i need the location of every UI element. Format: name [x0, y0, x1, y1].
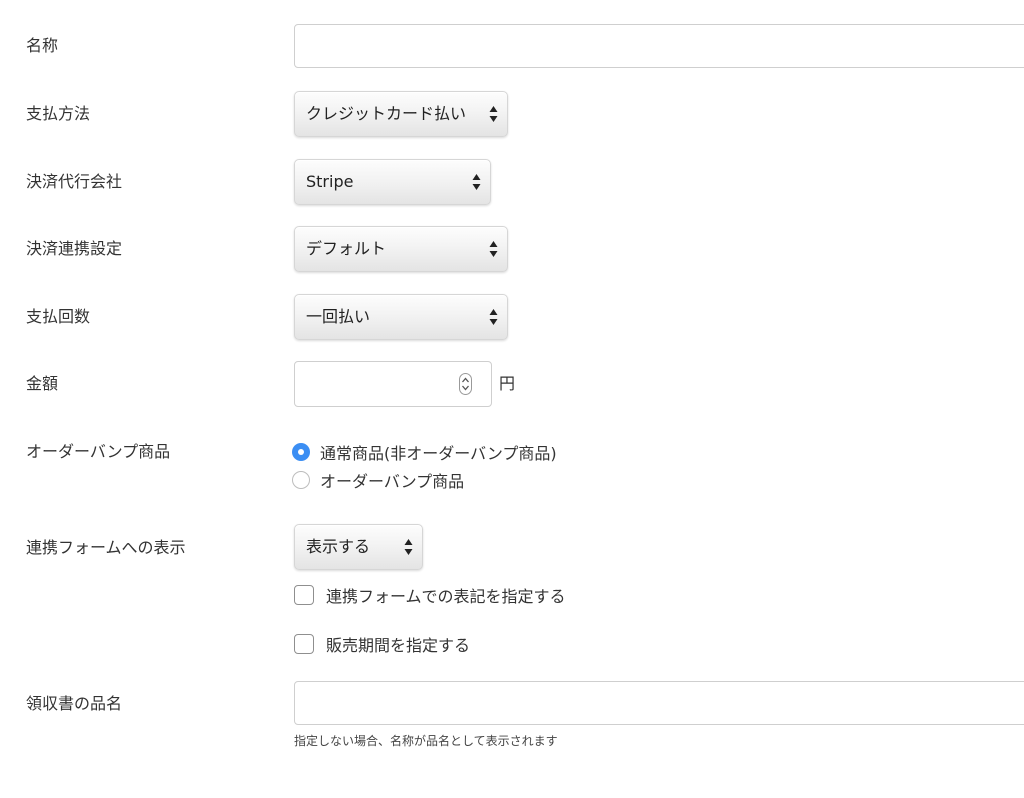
- integration-label: 決済連携設定: [26, 239, 123, 258]
- installments-label: 支払回数: [26, 307, 91, 326]
- installments-value: 一回払い: [306, 307, 371, 326]
- amount-unit: 円: [499, 374, 516, 393]
- order-bump-option-regular[interactable]: 通常商品(非オーダーバンプ商品): [292, 442, 557, 463]
- amount-label: 金額: [26, 374, 59, 393]
- name-input[interactable]: [294, 24, 1024, 68]
- form-display-value: 表示する: [306, 537, 371, 556]
- payment-method-value: クレジットカード払い: [306, 104, 467, 123]
- notation-checkbox-row[interactable]: 連携フォームでの表記を指定する: [294, 584, 566, 606]
- radio-label: 通常商品(非オーダーバンプ商品): [320, 444, 557, 463]
- select-arrows-icon: [489, 241, 498, 257]
- radio-label: オーダーバンプ商品: [320, 472, 465, 491]
- gateway-value: Stripe: [306, 172, 354, 191]
- notation-checkbox[interactable]: [294, 585, 314, 605]
- select-arrows-icon: [489, 309, 498, 325]
- select-arrows-icon: [404, 539, 413, 555]
- integration-value: デフォルト: [306, 239, 387, 258]
- payment-method-label: 支払方法: [26, 104, 91, 123]
- radio-unselected[interactable]: [292, 471, 310, 489]
- select-arrows-icon: [489, 106, 498, 122]
- gateway-select[interactable]: Stripe: [294, 159, 491, 205]
- order-bump-label: オーダーバンプ商品: [26, 442, 171, 461]
- name-label: 名称: [26, 36, 59, 55]
- integration-select[interactable]: デフォルト: [294, 226, 508, 272]
- gateway-label: 決済代行会社: [26, 172, 123, 191]
- order-bump-option-bump[interactable]: オーダーバンプ商品: [292, 470, 465, 491]
- select-arrows-icon: [472, 174, 481, 190]
- number-spinner-icon[interactable]: [459, 373, 472, 395]
- installments-select[interactable]: 一回払い: [294, 294, 508, 340]
- payment-method-select[interactable]: クレジットカード払い: [294, 91, 508, 137]
- receipt-name-help: 指定しない場合、名称が品名として表示されます: [294, 734, 558, 748]
- form-display-select[interactable]: 表示する: [294, 524, 423, 570]
- sales-period-checkbox-label: 販売期間を指定する: [326, 636, 471, 655]
- sales-period-checkbox[interactable]: [294, 634, 314, 654]
- receipt-name-input[interactable]: [294, 681, 1024, 725]
- form-display-label: 連携フォームへの表示: [26, 538, 186, 557]
- sales-period-checkbox-row[interactable]: 販売期間を指定する: [294, 633, 470, 655]
- amount-input[interactable]: [294, 361, 492, 407]
- receipt-name-label: 領収書の品名: [26, 694, 123, 713]
- notation-checkbox-label: 連携フォームでの表記を指定する: [326, 587, 566, 606]
- radio-selected[interactable]: [292, 443, 310, 461]
